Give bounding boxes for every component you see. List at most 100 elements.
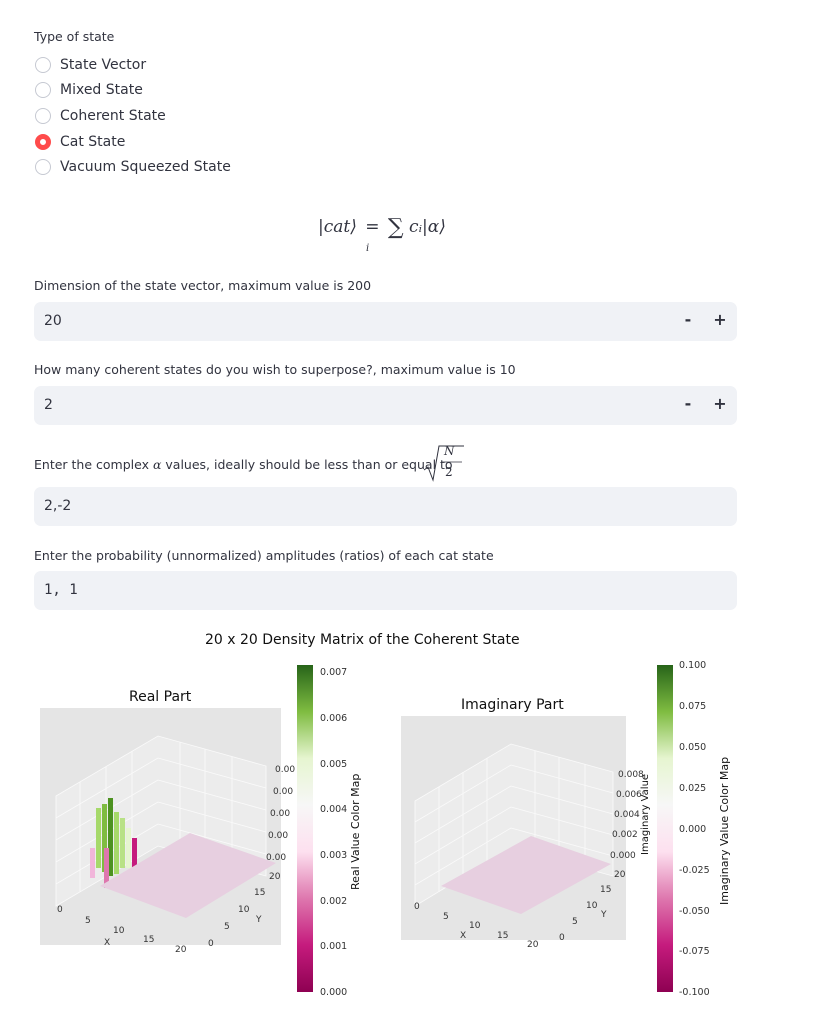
real-cbar-tick: 0.004 <box>320 804 348 815</box>
radio-mixed-state[interactable]: Mixed State <box>35 79 143 101</box>
real-z-tick: 0.00 <box>266 853 287 863</box>
decrement-button[interactable]: - <box>678 310 698 329</box>
real-cbar-tick: 0.001 <box>320 941 348 952</box>
radio-label: State Vector <box>60 57 147 73</box>
imag-x-tick: 20 <box>527 940 539 950</box>
radio-vacuum-squeezed-state[interactable]: Vacuum Squeezed State <box>35 156 231 178</box>
cat-state-formula: |cat⟩ = ∑ cᵢ|α⟩ <box>318 213 446 240</box>
radio-circle-selected[interactable] <box>35 134 51 150</box>
real-y-tick: 0 <box>208 939 214 949</box>
formula-equals: = <box>365 217 380 237</box>
alpha-label-prefix: Enter the complex <box>34 457 149 472</box>
formula-subscript: i <box>366 243 370 254</box>
increment-button[interactable]: + <box>710 394 730 413</box>
imag-cbar-tick: 0.025 <box>679 783 707 794</box>
imag-y-tick: 20 <box>614 870 626 880</box>
state-type-label: Type of state <box>34 29 115 44</box>
radio-label: Mixed State <box>60 82 143 98</box>
radio-cat-state[interactable]: Cat State <box>35 131 125 153</box>
alpha-label: Enter the complex α values, ideally shou… <box>34 457 453 472</box>
formula-rhs: cᵢ|α⟩ <box>409 217 446 237</box>
imag-cbar-tick: 0.000 <box>679 824 707 835</box>
radio-state-vector[interactable]: State Vector <box>35 54 146 76</box>
real-cbar-tick: 0.005 <box>320 759 348 770</box>
real-y-tick: 15 <box>254 888 266 898</box>
radio-label: Coherent State <box>60 108 166 124</box>
imag-x-tick: 5 <box>443 912 449 922</box>
real-x-tick: 20 <box>175 945 187 955</box>
real-cbar-tick: 0.002 <box>320 896 348 907</box>
sqrt-numerator: N <box>444 444 455 458</box>
imag-z-tick: 0.002 <box>612 830 638 840</box>
imag-y-tick: 5 <box>572 917 578 927</box>
real-cbar-tick: 0.006 <box>320 713 348 724</box>
imag-y-label: Y <box>601 910 607 920</box>
formula-lhs: |cat⟩ <box>318 217 357 237</box>
real-part-title: Real Part <box>129 689 192 705</box>
real-cbar-tick: 0.000 <box>320 987 348 998</box>
real-x-tick: 15 <box>143 935 155 945</box>
imag-cbar-tick: 0.100 <box>679 660 707 671</box>
radio-circle[interactable] <box>35 159 51 175</box>
radio-label: Vacuum Squeezed State <box>60 159 231 175</box>
real-y-tick: 20 <box>269 872 281 882</box>
figure-title: 20 x 20 Density Matrix of the Coherent S… <box>205 632 520 648</box>
dimension-value: 20 <box>44 313 62 329</box>
decrement-button[interactable]: - <box>678 394 698 413</box>
real-z-tick: 0.00 <box>270 809 291 819</box>
imag-cbar-tick: -0.050 <box>679 906 710 917</box>
imaginary-part-title: Imaginary Part <box>461 697 564 713</box>
superpose-number-input[interactable]: 2 - + <box>34 386 737 425</box>
real-cbar-tick: 0.003 <box>320 850 348 861</box>
real-x-tick: 0 <box>57 905 63 915</box>
superpose-label: How many coherent states do you wish to … <box>34 362 516 377</box>
real-y-tick: 10 <box>238 905 250 915</box>
radio-label: Cat State <box>60 134 126 150</box>
imag-cbar-tick: -0.025 <box>679 865 710 876</box>
imag-cbar-tick: 0.075 <box>679 701 707 712</box>
real-colorbar <box>297 665 313 992</box>
radio-coherent-state[interactable]: Coherent State <box>35 105 166 127</box>
sqrt-denominator: 2 <box>445 465 453 479</box>
imag-x-tick: 10 <box>469 921 481 931</box>
increment-button[interactable]: + <box>710 310 730 329</box>
dimension-number-input[interactable]: 20 - + <box>34 302 737 341</box>
real-y-tick: 5 <box>224 922 230 932</box>
alpha-symbol: α <box>152 457 162 472</box>
imaginary-colorbar <box>657 665 673 992</box>
imag-cbar-tick: -0.100 <box>679 987 710 998</box>
amplitudes-input[interactable]: 1, 1 <box>34 571 737 610</box>
imag-y-tick: 10 <box>586 901 598 911</box>
alpha-value: 2,-2 <box>44 498 72 514</box>
imag-y-tick: 0 <box>559 933 565 943</box>
alpha-label-suffix: values, ideally should be less than or e… <box>165 457 453 472</box>
amplitudes-value: 1, 1 <box>44 582 78 598</box>
real-z-tick: 0.00 <box>268 831 289 841</box>
real-z-tick: 0.00 <box>275 765 296 775</box>
formula-sigma: ∑ <box>387 215 404 240</box>
real-x-label: X <box>104 938 111 948</box>
real-cbar-tick: 0.007 <box>320 667 348 678</box>
imag-z-tick: 0.000 <box>610 851 636 861</box>
radio-circle[interactable] <box>35 108 51 124</box>
imag-x-label: X <box>460 931 467 941</box>
radio-circle[interactable] <box>35 82 51 98</box>
superpose-value: 2 <box>44 397 53 413</box>
imag-x-tick: 15 <box>497 931 509 941</box>
real-y-label: Y <box>256 915 262 925</box>
imag-z-tick: 0.006 <box>616 790 642 800</box>
dimension-label: Dimension of the state vector, maximum v… <box>34 278 372 293</box>
imag-cbar-tick: 0.050 <box>679 742 707 753</box>
alpha-input[interactable]: 2,-2 <box>34 487 737 526</box>
imag-cbar-tick: -0.075 <box>679 946 710 957</box>
imag-cbar-label: Imaginary Value Color Map <box>718 756 731 905</box>
real-z-tick: 0.00 <box>273 787 294 797</box>
real-cbar-label: Real Value Color Map <box>349 773 362 890</box>
radio-circle[interactable] <box>35 57 51 73</box>
imag-z-label: Imaginary Value <box>640 773 651 855</box>
real-x-tick: 5 <box>85 916 91 926</box>
imag-x-tick: 0 <box>414 902 420 912</box>
real-x-tick: 10 <box>113 926 125 936</box>
imag-y-tick: 15 <box>600 885 612 895</box>
amplitudes-label: Enter the probability (unnormalized) amp… <box>34 548 494 563</box>
